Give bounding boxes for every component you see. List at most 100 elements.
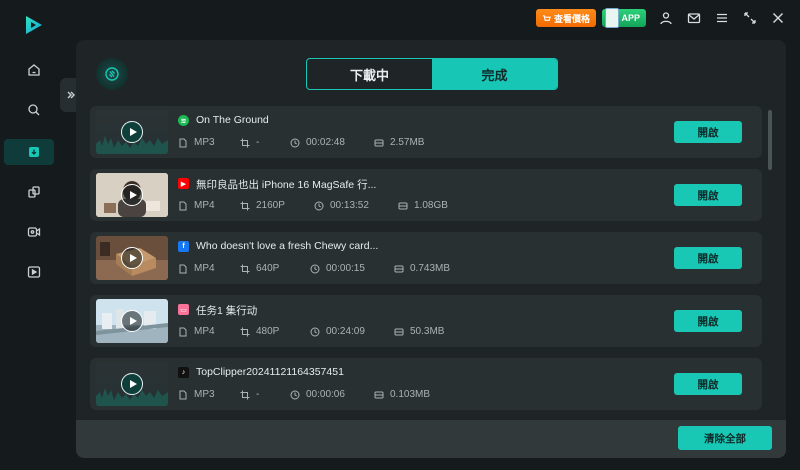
list-item: f Who doesn't love a fresh Chewy card...… <box>90 232 762 284</box>
size-meta: 2.57MB <box>374 137 424 148</box>
storage-icon <box>374 139 384 146</box>
format-meta: MP4 <box>178 263 215 274</box>
duration-meta: 00:24:09 <box>310 326 365 337</box>
item-format: MP4 <box>194 263 215 274</box>
item-duration: 00:13:52 <box>330 200 369 211</box>
clock-icon <box>290 138 300 147</box>
open-button[interactable]: 開啟 <box>674 247 742 269</box>
item-size: 0.743MB <box>410 263 451 274</box>
cart-icon <box>542 14 551 21</box>
sidebar <box>0 0 68 470</box>
downloads-panel: 下載中 完成 ≋ On The Ground MP3 - 00:02:48 2.… <box>76 40 786 458</box>
size-meta: 0.103MB <box>374 389 430 400</box>
storage-icon <box>398 202 408 209</box>
size-meta: 0.743MB <box>394 263 450 274</box>
thumbnail[interactable] <box>96 299 168 343</box>
resolution-meta: 480P <box>240 326 279 337</box>
open-button[interactable]: 開啟 <box>674 184 742 206</box>
clock-icon <box>310 264 320 273</box>
item-format: MP3 <box>194 389 215 400</box>
sidebar-item-search[interactable] <box>0 96 68 124</box>
link-clip-icon <box>105 67 119 81</box>
play-icon <box>121 373 143 395</box>
tiktok-icon: ♪ <box>178 367 189 378</box>
play-icon <box>121 247 143 269</box>
item-resolution: 2160P <box>256 200 285 211</box>
open-button[interactable]: 開啟 <box>674 310 742 332</box>
duration-meta: 00:00:06 <box>290 389 345 400</box>
title-bar: 查看價格 APP <box>536 6 786 30</box>
close-button[interactable] <box>770 10 786 26</box>
clear-all-button[interactable]: 清除全部 <box>678 426 772 450</box>
close-icon <box>773 13 783 23</box>
video-record-icon <box>27 227 41 237</box>
tab-downloading[interactable]: 下載中 <box>307 59 432 89</box>
menu-button[interactable] <box>714 10 730 26</box>
sidebar-item-home[interactable] <box>0 56 68 84</box>
search-icon <box>28 104 40 116</box>
resolution-meta: 640P <box>240 263 279 274</box>
mobile-app-button[interactable]: APP <box>602 8 646 28</box>
item-title: 無印良品也出 iPhone 16 MagSafe 行... <box>196 179 377 191</box>
open-button[interactable]: 開啟 <box>674 373 742 395</box>
phone-icon <box>605 8 619 28</box>
size-meta: 50.3MB <box>394 326 444 337</box>
bilibili-icon: ▭ <box>178 304 189 315</box>
item-resolution: - <box>256 389 260 400</box>
item-format: MP4 <box>194 200 215 211</box>
sidebar-item-record[interactable] <box>0 218 68 246</box>
pricing-button[interactable]: 查看價格 <box>536 9 596 27</box>
clock-icon <box>310 327 320 336</box>
item-title: TopClipper20241121164357451 <box>196 366 344 378</box>
resolution-meta: - <box>240 389 259 400</box>
item-duration: 00:24:09 <box>326 326 365 337</box>
user-icon <box>660 12 672 25</box>
storage-icon <box>374 391 384 398</box>
youtube-icon: ▶ <box>178 178 189 189</box>
file-icon <box>179 138 187 147</box>
media-player-icon <box>27 266 41 278</box>
download-history-button[interactable] <box>96 58 128 90</box>
thumbnail[interactable] <box>96 173 168 217</box>
sidebar-item-player[interactable] <box>0 258 68 286</box>
app-logo-icon <box>26 16 42 34</box>
maximize-button[interactable] <box>742 10 758 26</box>
app-window: 查看價格 APP 下載中 完成 ≋ On The Ground MP3 - 00… <box>0 0 800 470</box>
file-icon <box>179 327 187 336</box>
storage-icon <box>394 265 404 272</box>
item-size: 0.103MB <box>390 389 431 400</box>
item-duration: 00:00:15 <box>326 263 365 274</box>
item-size: 50.3MB <box>410 326 445 337</box>
item-size: 1.08GB <box>414 200 448 211</box>
expand-icon <box>744 12 756 24</box>
menu-icon <box>717 13 727 23</box>
sidebar-item-convert[interactable] <box>0 178 68 206</box>
pricing-label: 查看價格 <box>553 13 590 24</box>
tab-completed[interactable]: 完成 <box>432 59 557 89</box>
thumbnail[interactable] <box>96 362 168 406</box>
format-meta: MP4 <box>178 200 215 211</box>
item-resolution: - <box>256 137 260 148</box>
spotify-icon: ≋ <box>178 115 189 126</box>
size-meta: 1.08GB <box>398 200 448 211</box>
duration-meta: 00:02:48 <box>290 137 345 148</box>
format-meta: MP4 <box>178 326 215 337</box>
open-button[interactable]: 開啟 <box>674 121 742 143</box>
play-icon <box>121 184 143 206</box>
format-meta: MP3 <box>178 389 215 400</box>
item-title: On The Ground <box>196 114 269 126</box>
duration-meta: 00:13:52 <box>314 200 369 211</box>
account-button[interactable] <box>658 10 674 26</box>
list-scrollbar[interactable] <box>768 110 772 170</box>
status-tabs: 下載中 完成 <box>306 58 558 90</box>
message-button[interactable] <box>686 10 702 26</box>
item-format: MP4 <box>194 326 215 337</box>
panel-footer: 清除全部 <box>76 420 786 458</box>
sidebar-item-downloads[interactable] <box>0 138 68 166</box>
download-list: ≋ On The Ground MP3 - 00:02:48 2.57MB 開啟… <box>90 106 762 414</box>
thumbnail[interactable] <box>96 110 168 154</box>
play-icon <box>121 121 143 143</box>
thumbnail[interactable] <box>96 236 168 280</box>
app-label: APP <box>621 13 640 23</box>
crop-icon <box>240 138 250 147</box>
